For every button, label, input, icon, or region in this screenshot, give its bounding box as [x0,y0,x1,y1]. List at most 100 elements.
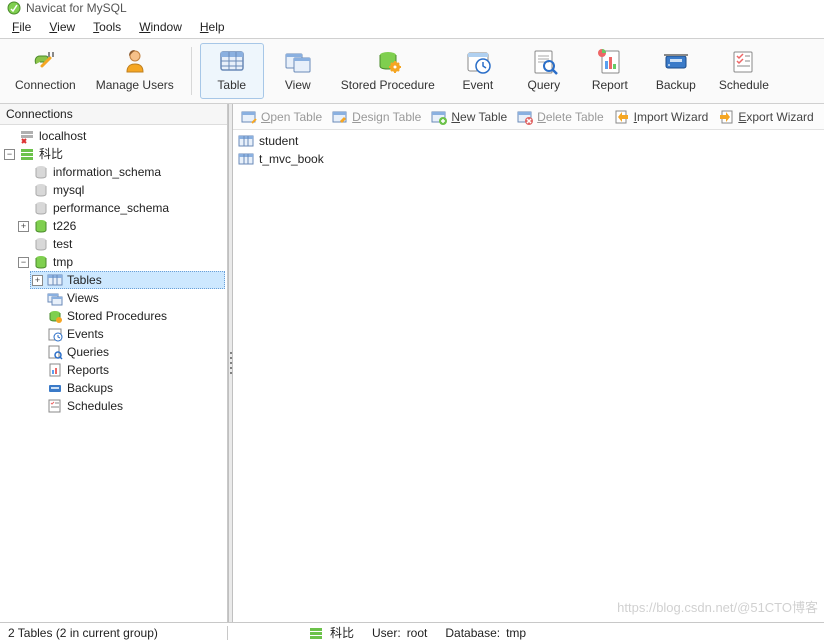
tree-connection-kebi[interactable]: − 科比 [2,145,225,163]
event-icon [462,46,494,76]
toolbar-label: Table [217,78,246,92]
tree-node-stored-procedures[interactable]: Stored Procedures [30,307,225,325]
tree-db-performance_schema[interactable]: performance_schema [16,199,225,217]
tree-node-schedules[interactable]: Schedules [30,397,225,415]
menu-file[interactable]: File [4,18,39,36]
backup-sm-icon [47,380,63,396]
menu-tools[interactable]: Tools [85,18,129,36]
tree-label: Schedules [67,398,123,414]
table-name: student [259,133,298,149]
tree-db-information_schema[interactable]: information_schema [16,163,225,181]
new-icon [431,109,447,125]
plug-icon [29,46,61,76]
tree-label: information_schema [53,164,161,180]
view-sm-icon [47,290,63,306]
view-button[interactable]: View [266,43,330,99]
tree-db-test[interactable]: test [16,235,225,253]
report-icon [594,46,626,76]
toolbar-label: Backup [656,78,696,92]
connection-closed-icon [19,128,35,144]
tree-db-tmp[interactable]: − tmp [16,253,225,271]
sproc-icon [372,46,404,76]
titlebar: Navicat for MySQL [0,0,824,16]
expander-icon [18,203,29,214]
connection-open-icon [308,625,324,641]
storedproc-button[interactable]: Stored Procedure [332,43,444,99]
report-button[interactable]: Report [578,43,642,99]
new-table-button[interactable]: New Table [431,109,507,125]
tree-label: tmp [53,254,73,270]
main-toolbar: ConnectionManage Users Table View Stored Pr… [0,38,824,104]
status-left: 2 Tables (2 in current group) [0,626,228,640]
button-label: Import Wizard [634,110,709,124]
status-table-count: 2 Tables (2 in current group) [8,626,158,640]
tree-node-backups[interactable]: Backups [30,379,225,397]
schedule-icon [728,46,760,76]
statusbar: 2 Tables (2 in current group) 科比 User: r… [0,622,824,642]
expander-icon [32,365,43,376]
schedule-button[interactable]: Schedule [710,43,778,99]
manage-users-button[interactable]: Manage Users [87,43,183,99]
collapse-icon[interactable]: − [18,257,29,268]
database-icon [33,218,49,234]
tree-node-tables[interactable]: + Tables [30,271,225,289]
import-wizard-button[interactable]: Import Wizard [614,109,709,125]
menubar: FileViewToolsWindowHelp [0,16,824,38]
tree-label: Events [67,326,104,342]
menu-help[interactable]: Help [192,18,233,36]
connections-panel: Connections localhost − [0,104,228,622]
database-icon [33,182,49,198]
tree-label: t226 [53,218,76,234]
export-wizard-button[interactable]: Export Wizard [718,109,813,125]
open-icon [241,109,257,125]
tree-db-mysql[interactable]: mysql [16,181,225,199]
connection-button[interactable]: Connection [6,43,85,99]
database-icon [33,236,49,252]
tree-label: Queries [67,344,109,360]
table-item-student[interactable]: student [237,132,820,150]
table-icon [216,46,248,76]
tree-label: Tables [67,272,102,288]
expander-icon [32,383,43,394]
view-icon [282,46,314,76]
tree-label: performance_schema [53,200,169,216]
tree-node-views[interactable]: Views [30,289,225,307]
menu-window[interactable]: Window [131,18,190,36]
toolbar-label: Event [462,78,493,92]
button-label: Open Table [261,110,322,124]
table-button[interactable]: Table [200,43,264,99]
status-user-label: User: [372,626,401,640]
collapse-icon[interactable]: − [4,149,15,160]
event-button[interactable]: Event [446,43,510,99]
tree-label: localhost [39,128,86,144]
tree-connection-localhost[interactable]: localhost [2,127,225,145]
query-button[interactable]: Query [512,43,576,99]
button-label: New Table [451,110,507,124]
toolbar-separator [191,47,192,95]
expander-icon [32,329,43,340]
tree-node-events[interactable]: Events [30,325,225,343]
query-sm-icon [47,344,63,360]
expander-icon [18,167,29,178]
tree-label: 科比 [39,146,63,162]
backup-button[interactable]: Backup [644,43,708,99]
tree-label: Views [67,290,99,306]
connections-tree[interactable]: localhost − 科比 information_schemamysqlpe… [0,125,227,622]
status-connection: 科比 [330,624,354,641]
tree-node-queries[interactable]: Queries [30,343,225,361]
expand-icon[interactable]: + [18,221,29,232]
status-db: tmp [506,626,526,640]
tree-label: Reports [67,362,109,378]
table-sm-icon [47,272,63,288]
expand-icon[interactable]: + [32,275,43,286]
object-list[interactable]: studentt_mvc_book [233,130,824,622]
expander-icon [32,347,43,358]
tree-db-t226[interactable]: + t226 [16,217,225,235]
table-item-t_mvc_book[interactable]: t_mvc_book [237,150,820,168]
tree-node-reports[interactable]: Reports [30,361,225,379]
toolbar-label: View [285,78,311,92]
menu-view[interactable]: View [41,18,83,36]
button-label: Export Wizard [738,110,813,124]
report-sm-icon [47,362,63,378]
object-toolbar: Open TableDesign TableNew TableDelete Ta… [233,104,824,130]
